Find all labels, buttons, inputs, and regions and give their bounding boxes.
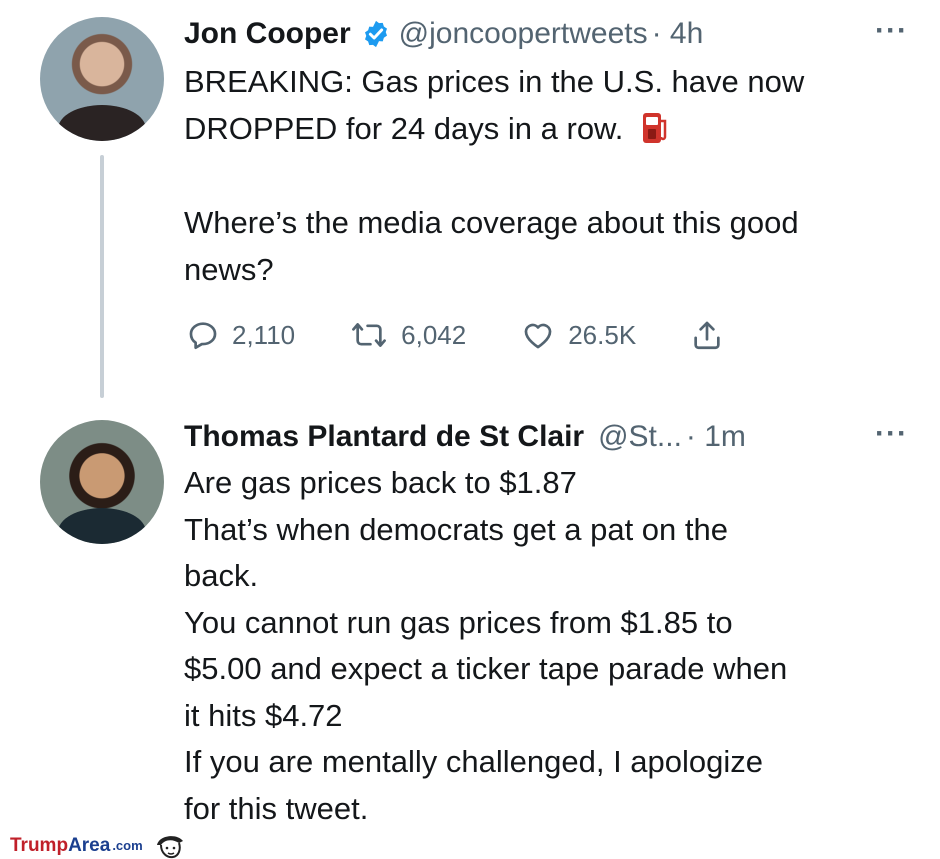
tweet-header: Thomas Plantard de St Clair @St... · 1m … bbox=[184, 417, 910, 457]
tweet-header: Jon Cooper @joncoopertweets · 4h ··· bbox=[184, 14, 910, 54]
retweet-icon bbox=[352, 323, 387, 347]
tweet-line: You cannot run gas prices from $1.85 to bbox=[184, 604, 733, 640]
thread-line bbox=[100, 155, 104, 398]
avatar-shirt bbox=[58, 508, 146, 544]
author-handle[interactable]: @St... bbox=[598, 420, 682, 454]
tweet-text: Are gas prices back to $1.87 That’s when… bbox=[184, 460, 920, 832]
tweet-line: $5.00 and expect a ticker tape parade wh… bbox=[184, 651, 788, 686]
more-icon[interactable]: ··· bbox=[875, 417, 908, 451]
tweet-text: BREAKING: Gas prices in the U.S. have no… bbox=[184, 58, 920, 293]
avatar-shirt bbox=[58, 105, 146, 141]
share-icon bbox=[694, 321, 720, 350]
retweet-count: 6,042 bbox=[401, 319, 467, 350]
fuel-pump-icon bbox=[641, 109, 669, 145]
reply-count: 2,110 bbox=[232, 319, 296, 350]
tweet-line: DROPPED for 24 days in a row. bbox=[184, 111, 624, 146]
reply-button[interactable]: 2,110 bbox=[186, 318, 295, 352]
tweet-time[interactable]: · 4h bbox=[652, 17, 704, 51]
tweet-line: Where’s the media coverage about this go… bbox=[184, 205, 799, 240]
retweet-button[interactable]: 6,042 bbox=[349, 318, 466, 352]
tweet-time[interactable]: · 1m bbox=[686, 420, 746, 454]
author-name[interactable]: Jon Cooper bbox=[184, 17, 351, 51]
tweet-line: it hits $4.72 bbox=[184, 697, 343, 733]
reply-icon bbox=[189, 322, 217, 350]
like-button[interactable]: 26.5K bbox=[520, 318, 636, 352]
tweet-line: news? bbox=[184, 252, 274, 287]
avatar[interactable] bbox=[40, 420, 164, 544]
more-icon[interactable]: ··· bbox=[875, 14, 908, 48]
author-name[interactable]: Thomas Plantard de St Clair bbox=[184, 420, 584, 454]
verified-badge-icon bbox=[364, 20, 387, 48]
watermark: Trump Area .com bbox=[10, 832, 187, 859]
tweet-line: That’s when democrats get a pat on the bbox=[184, 511, 728, 547]
tweet-line: BREAKING: Gas prices in the U.S. have no… bbox=[184, 64, 805, 99]
like-count: 26.5K bbox=[568, 319, 637, 350]
watermark-text-trump: Trump bbox=[10, 834, 69, 856]
tweet-actions: 2,110 6,042 26.5K bbox=[186, 315, 736, 355]
avatar[interactable] bbox=[40, 17, 164, 141]
tweet-line: back. bbox=[184, 558, 259, 593]
watermark-text-area: Area bbox=[68, 834, 111, 856]
watermark-text-domain: .com bbox=[112, 838, 143, 853]
watermark-logo-icon bbox=[156, 835, 183, 858]
author-handle[interactable]: @joncoopertweets bbox=[399, 17, 648, 51]
tweet-line: Are gas prices back to $1.87 bbox=[184, 465, 577, 500]
share-button[interactable] bbox=[690, 317, 736, 353]
tweet-line-with-icon: DROPPED for 24 days in a row. bbox=[184, 105, 920, 152]
tweet-line: If you are mentally challenged, I apolog… bbox=[184, 744, 764, 779]
like-icon bbox=[524, 323, 552, 349]
tweet-line: for this tweet. bbox=[184, 790, 369, 826]
